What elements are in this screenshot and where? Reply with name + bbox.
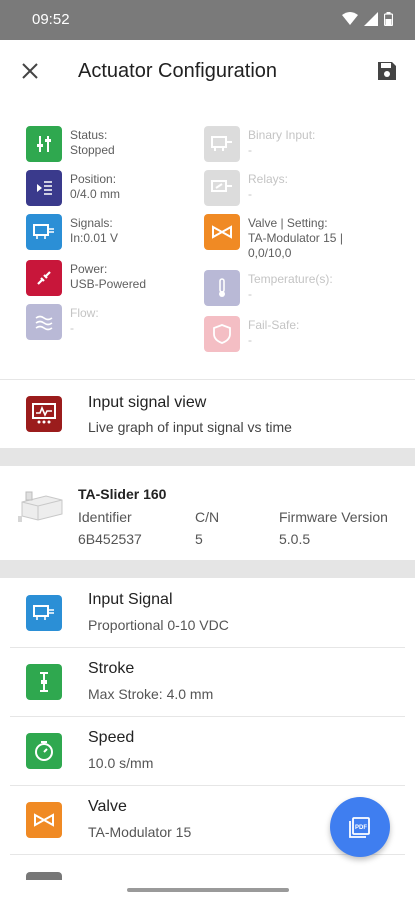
monitor-graph-icon bbox=[26, 396, 62, 432]
home-indicator[interactable] bbox=[127, 888, 289, 892]
status-label: Status: bbox=[70, 128, 108, 142]
section-separator bbox=[0, 448, 415, 466]
config-item-title: Valve bbox=[88, 798, 127, 815]
status-item-status: Status: Stopped bbox=[26, 126, 115, 162]
stroke-icon bbox=[26, 664, 62, 700]
cn-value: 5 bbox=[195, 531, 203, 547]
binary-input-icon bbox=[204, 126, 240, 162]
config-item-subtitle: Max Stroke: 4.0 mm bbox=[88, 686, 214, 702]
signals-label: Signals: bbox=[70, 216, 113, 230]
config-item-subtitle: TA-Modulator 15 bbox=[88, 824, 192, 840]
device-info: TA-Slider 160 Identifier 6B452537 C/N 5 … bbox=[0, 466, 415, 560]
status-item-flow: Flow: - bbox=[26, 304, 99, 340]
status-item-relays: Relays: - bbox=[204, 170, 288, 206]
input-signal-icon bbox=[26, 595, 62, 631]
identifier-label: Identifier bbox=[78, 509, 132, 525]
export-pdf-button[interactable]: PDF bbox=[330, 797, 390, 857]
status-item-binary-input: Binary Input: - bbox=[204, 126, 315, 162]
battery-icon bbox=[384, 12, 393, 26]
relays-label: Relays: bbox=[248, 172, 289, 186]
relay-icon bbox=[204, 170, 240, 206]
pdf-icon: PDF bbox=[349, 817, 370, 838]
valve-icon bbox=[26, 802, 62, 838]
device-name: TA-Slider 160 bbox=[78, 486, 167, 502]
power-icon bbox=[26, 260, 62, 296]
close-icon[interactable] bbox=[18, 59, 42, 83]
position-icon bbox=[26, 170, 62, 206]
temperature-label: Temperature(s): bbox=[248, 272, 333, 286]
status-time: 09:52 bbox=[32, 11, 70, 28]
firmware-label: Firmware Version bbox=[279, 509, 388, 525]
config-item-subtitle: Proportional 0-10 VDC bbox=[88, 617, 229, 633]
position-value: 0/4.0 mm bbox=[70, 187, 121, 201]
sliders-icon bbox=[26, 126, 62, 162]
page-title: Actuator Configuration bbox=[78, 60, 278, 82]
config-item-subtitle: 10.0 s/mm bbox=[88, 755, 154, 771]
signal-icon bbox=[364, 12, 378, 26]
divider bbox=[10, 854, 405, 855]
actuator-image bbox=[18, 491, 63, 522]
cn-label: C/N bbox=[195, 509, 220, 525]
config-item-title: Speed bbox=[88, 729, 135, 746]
system-icons bbox=[342, 12, 393, 26]
firmware-value: 5.0.5 bbox=[279, 531, 311, 547]
position-label: Position: bbox=[70, 172, 117, 186]
binary-input-value: - bbox=[248, 143, 252, 157]
next-config-item-icon bbox=[26, 872, 62, 880]
identifier-value: 6B452537 bbox=[78, 531, 142, 547]
power-label: Power: bbox=[70, 262, 108, 276]
status-bar: 09:52 bbox=[0, 0, 415, 40]
config-item-title: Input Signal bbox=[88, 591, 173, 608]
config-item-speed[interactable]: Speed 10.0 s/mm bbox=[0, 717, 415, 786]
status-item-power: Power: USB-Powered bbox=[26, 260, 146, 296]
app-bar: Actuator Configuration bbox=[0, 40, 415, 102]
status-item-temperature: Temperature(s): - bbox=[204, 270, 333, 306]
input-signal-view-row[interactable]: Input signal view Live graph of input si… bbox=[0, 380, 415, 448]
gesture-nav-bar bbox=[0, 880, 415, 900]
status-value: Stopped bbox=[70, 143, 115, 157]
pdf-icon-label: PDF bbox=[355, 825, 367, 831]
status-item-position: Position: 0/4.0 mm bbox=[26, 170, 120, 206]
stopwatch-icon bbox=[26, 733, 62, 769]
status-grid: Status: Stopped Binary Input: - Position: 0… bbox=[0, 120, 415, 378]
input-signal-view-subtitle: Live graph of input signal vs time bbox=[88, 419, 292, 435]
config-item-input-signal[interactable]: Input Signal Proportional 0-10 VDC bbox=[0, 579, 415, 648]
power-value: USB-Powered bbox=[70, 277, 147, 291]
binary-input-label: Binary Input: bbox=[248, 128, 316, 142]
flow-icon bbox=[26, 304, 62, 340]
shield-icon bbox=[204, 316, 240, 352]
save-icon[interactable] bbox=[375, 59, 399, 83]
signals-value: In:0.01 V bbox=[70, 231, 119, 245]
status-item-valve-setting: Valve | Setting: TA-Modulator 15 | 0,0/10… bbox=[204, 214, 358, 261]
thermometer-icon bbox=[204, 270, 240, 306]
valve-icon bbox=[204, 214, 240, 250]
signals-icon bbox=[26, 214, 62, 250]
flow-label: Flow: bbox=[70, 306, 99, 320]
fail-safe-value: - bbox=[248, 333, 252, 347]
input-signal-view-title: Input signal view bbox=[88, 394, 207, 411]
flow-value: - bbox=[70, 321, 74, 335]
status-item-fail-safe: Fail-Safe: - bbox=[204, 316, 299, 352]
section-separator bbox=[0, 560, 415, 578]
config-item-title: Stroke bbox=[88, 660, 135, 677]
valve-setting-value: TA-Modulator 15 | 0,0/10,0 bbox=[248, 231, 343, 260]
status-item-signals: Signals: In:0.01 V bbox=[26, 214, 118, 250]
wifi-icon bbox=[342, 12, 358, 25]
fail-safe-label: Fail-Safe: bbox=[248, 318, 300, 332]
valve-setting-label: Valve | Setting: bbox=[248, 216, 328, 230]
relays-value: - bbox=[248, 187, 252, 201]
temperature-value: - bbox=[248, 287, 252, 301]
config-item-stroke[interactable]: Stroke Max Stroke: 4.0 mm bbox=[0, 648, 415, 717]
